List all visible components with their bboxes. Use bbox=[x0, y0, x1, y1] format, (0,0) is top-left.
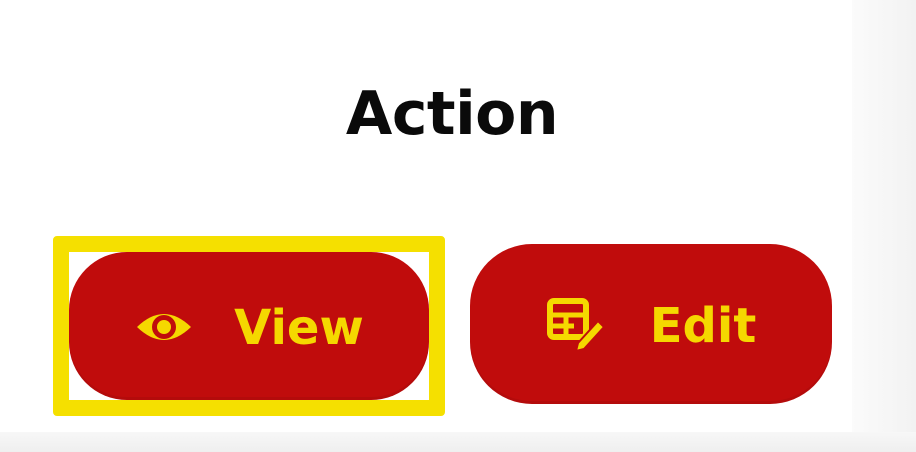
eye-icon bbox=[134, 307, 194, 347]
bottom-edge-shadow bbox=[0, 432, 916, 452]
right-edge-shadow bbox=[852, 0, 916, 452]
table-edit-icon bbox=[546, 297, 606, 353]
action-panel: Action View Edit bbox=[0, 0, 916, 452]
view-button[interactable]: View bbox=[69, 252, 429, 400]
edit-button[interactable]: Edit bbox=[470, 244, 832, 404]
edit-button-label: Edit bbox=[649, 298, 757, 354]
action-heading: Action bbox=[345, 79, 559, 149]
view-button-label: View bbox=[234, 300, 364, 356]
